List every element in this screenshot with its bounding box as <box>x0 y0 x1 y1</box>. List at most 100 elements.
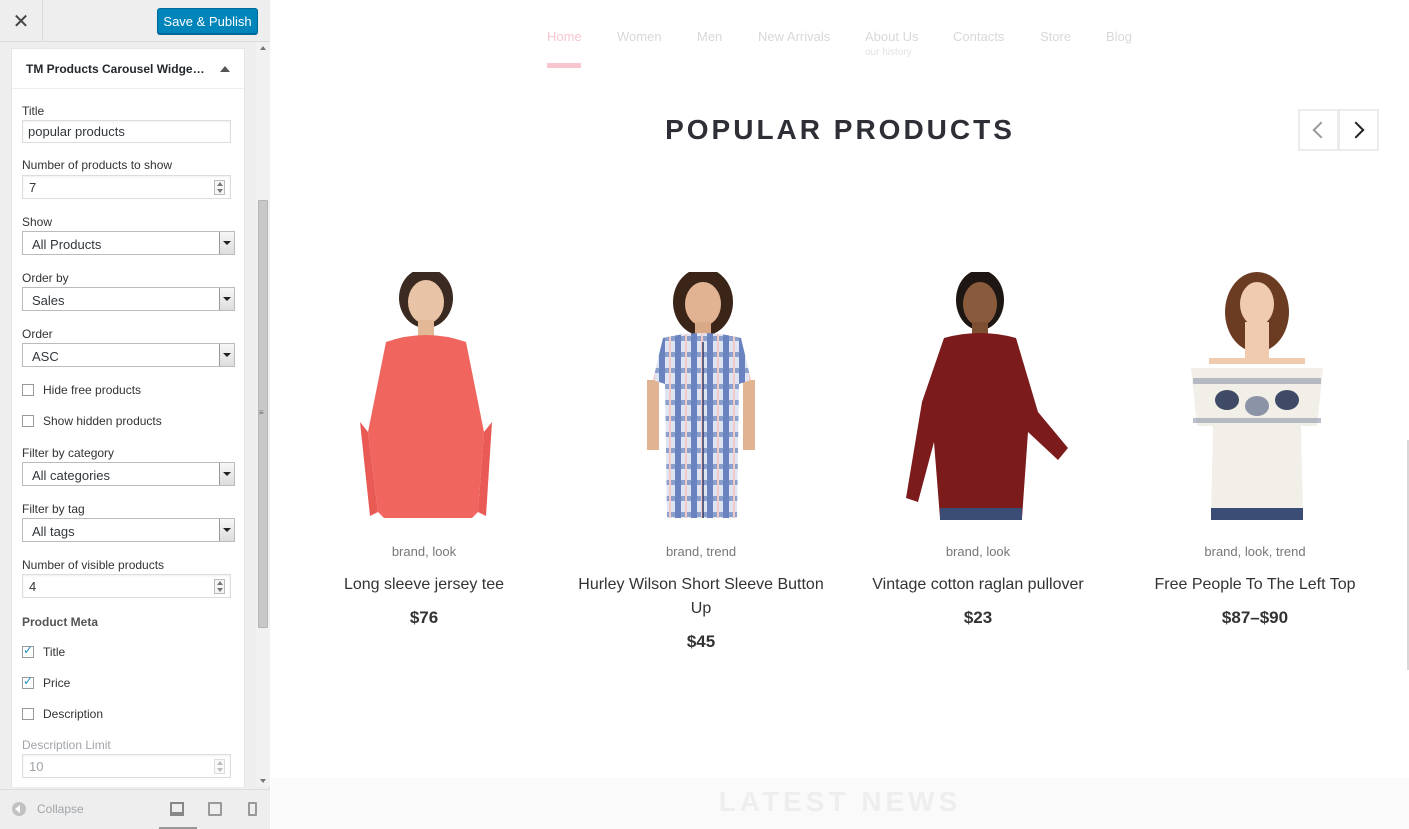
show-hidden-label: Show hidden products <box>43 414 162 428</box>
tag-link[interactable]: look <box>1245 544 1269 559</box>
tablet-icon[interactable] <box>208 802 222 816</box>
tag-link[interactable]: brand <box>1204 544 1237 559</box>
tag-link[interactable]: brand <box>666 544 699 559</box>
dropdown-arrow-icon[interactable] <box>219 288 234 310</box>
product-name[interactable]: Long sleeve jersey tee <box>289 573 559 597</box>
collapse-icon <box>12 802 26 816</box>
category-select[interactable]: All categories <box>22 462 235 486</box>
show-hidden-products-checkbox[interactable]: Show hidden products <box>22 414 162 428</box>
meta-price-checkbox[interactable]: Price <box>22 674 71 690</box>
nav-item-contacts[interactable]: Contacts <box>953 29 1004 44</box>
save-publish-button[interactable]: Save & Publish <box>157 8 258 34</box>
title-input[interactable] <box>22 120 231 143</box>
tag-select[interactable]: All tags <box>22 518 235 542</box>
stepper-icon[interactable] <box>214 180 225 195</box>
product-price: $87–$90 <box>1221 608 1289 627</box>
product-image[interactable] <box>334 272 514 520</box>
nav-item-home[interactable]: Home <box>547 29 582 44</box>
garment-shape <box>906 333 1068 518</box>
nav-about-label: About Us <box>865 29 919 44</box>
meta-price-label: Price <box>43 676 71 690</box>
product-name[interactable]: Free People To The Left Top <box>1120 573 1390 597</box>
checkbox-icon[interactable] <box>22 384 34 396</box>
meta-description-label: Description <box>43 707 104 721</box>
tag-link[interactable]: trend <box>1276 544 1306 559</box>
carousel-prev-button[interactable] <box>1298 109 1339 151</box>
product-card: brand, trend Hurley Wilson Short Sleeve … <box>566 272 836 652</box>
product-name[interactable]: Vintage cotton raglan pullover <box>843 573 1113 597</box>
widget-title: TM Products Carousel Widge… <box>26 61 205 76</box>
product-price: $45 <box>686 632 716 651</box>
product-tags: brand, look <box>945 544 1011 559</box>
chevron-left-icon <box>1312 121 1330 139</box>
nav-item-women[interactable]: Women <box>617 29 662 44</box>
order-select[interactable]: ASC <box>22 343 235 367</box>
collapse-arrow-icon[interactable] <box>220 65 230 72</box>
show-select[interactable]: All Products <box>22 231 235 255</box>
customizer-panel: TM Products Carousel Widge… Title Number… <box>0 42 256 787</box>
hide-free-products-checkbox[interactable]: Hide free products <box>22 383 141 397</box>
product-image[interactable] <box>1165 272 1345 520</box>
orderby-select[interactable]: Sales <box>22 287 235 311</box>
checkbox-icon[interactable] <box>22 674 34 689</box>
product-price: $76 <box>409 608 439 627</box>
dropdown-arrow-icon[interactable] <box>219 519 234 541</box>
widget-header[interactable]: TM Products Carousel Widge… <box>12 49 244 89</box>
num-products-input[interactable]: 7 <box>22 175 231 199</box>
tag-link[interactable]: look <box>432 544 456 559</box>
tag-link[interactable]: brand <box>946 544 979 559</box>
visible-products-input[interactable]: 4 <box>22 574 231 598</box>
tag-link[interactable]: brand <box>392 544 425 559</box>
dropdown-arrow-icon[interactable] <box>219 344 234 366</box>
nav-item-blog[interactable]: Blog <box>1106 29 1132 44</box>
customizer-sidebar: ✕ Save & Publish TM Products Carousel Wi… <box>0 0 270 829</box>
site-preview: Home Women Men New Arrivals About Us our… <box>271 0 1409 829</box>
scroll-down-icon[interactable] <box>260 779 266 783</box>
latest-news-section: LATEST NEWS <box>271 778 1409 829</box>
dropdown-arrow-icon[interactable] <box>219 463 234 485</box>
product-tags: brand, look <box>391 544 457 559</box>
tag-link[interactable]: look <box>986 544 1010 559</box>
stepper-icon[interactable] <box>214 579 225 594</box>
grip-icon: ≡ <box>259 408 264 417</box>
meta-title-label: Title <box>43 645 66 659</box>
product-card: brand, look, trend Free People To The Le… <box>1120 272 1390 628</box>
num-products-value: 7 <box>29 180 37 195</box>
title-label: Title <box>22 104 45 118</box>
collapse-button[interactable]: Collapse <box>12 802 84 816</box>
visible-products-label: Number of visible products <box>22 558 165 572</box>
sidebar-scrollbar[interactable]: ≡ <box>256 42 270 787</box>
orderby-label: Order by <box>22 271 69 285</box>
products-carousel-widget: TM Products Carousel Widge… Title Number… <box>11 48 245 787</box>
meta-description-checkbox[interactable]: Description <box>22 707 103 721</box>
stepper-icon <box>214 759 225 774</box>
order-label: Order <box>22 327 53 341</box>
dropdown-arrow-icon[interactable] <box>219 232 234 254</box>
num-products-label: Number of products to show <box>22 158 173 172</box>
carousel-next-button[interactable] <box>1338 109 1379 151</box>
customizer-header: ✕ Save & Publish <box>0 0 270 42</box>
checkbox-icon[interactable] <box>22 643 34 658</box>
description-limit-input: 10 <box>22 754 231 778</box>
nav-item-men[interactable]: Men <box>697 29 722 44</box>
section-heading: POPULAR PRODUCTS <box>665 114 1015 145</box>
garment-shape <box>368 335 484 518</box>
tag-link[interactable]: trend <box>706 544 736 559</box>
garment-shape <box>1191 368 1323 518</box>
checkbox-icon[interactable] <box>22 415 34 427</box>
product-name[interactable]: Hurley Wilson Short Sleeve Button Up <box>566 573 836 621</box>
tag-label: Filter by tag <box>22 502 85 516</box>
desktop-icon[interactable] <box>170 802 184 816</box>
nav-item-about-us[interactable]: About Us our history <box>865 29 918 58</box>
product-image[interactable] <box>888 272 1068 520</box>
meta-title-checkbox[interactable]: Title <box>22 643 66 659</box>
nav-item-new-arrivals[interactable]: New Arrivals <box>758 29 830 44</box>
mobile-icon[interactable] <box>248 802 257 816</box>
close-icon[interactable]: ✕ <box>0 0 43 42</box>
scroll-up-icon[interactable] <box>260 46 266 50</box>
product-image[interactable] <box>611 272 791 520</box>
checkbox-icon[interactable] <box>22 708 34 720</box>
nav-item-store[interactable]: Store <box>1040 29 1071 44</box>
category-value: All categories <box>32 468 111 483</box>
category-label: Filter by category <box>22 446 115 460</box>
